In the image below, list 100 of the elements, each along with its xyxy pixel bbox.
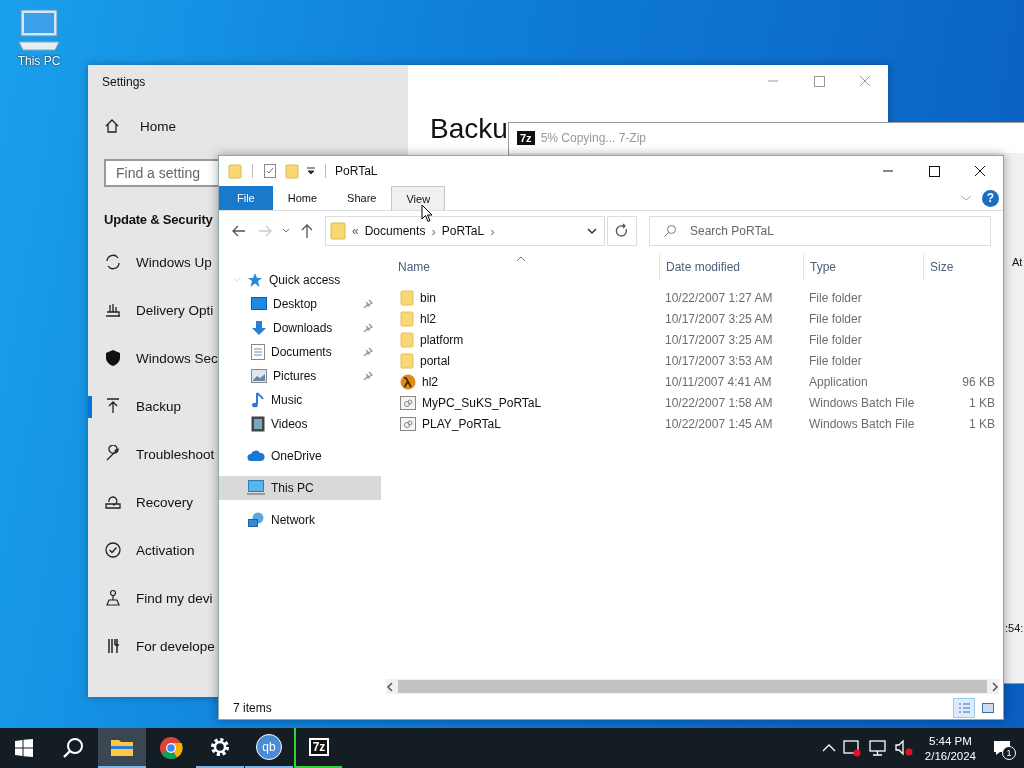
- file-name[interactable]: MyPC_SuKS_PoRTaL: [398, 395, 659, 410]
- ribbon-tab[interactable]: Home: [272, 186, 333, 210]
- nav-item[interactable]: Backup: [88, 382, 182, 430]
- elapsed-time: :54:: [1005, 622, 1024, 634]
- table-cell-text: 1 KB: [968, 416, 996, 431]
- folder-icon: [330, 222, 346, 240]
- table-cell-text: 10/17/2007 3:25 AM: [664, 332, 774, 347]
- search-field[interactable]: Search PoRTaL: [649, 216, 991, 246]
- notification-count: 1: [1002, 746, 1016, 760]
- file-tab[interactable]: File: [219, 186, 273, 210]
- breadcrumb-separator[interactable]: ›: [490, 223, 495, 239]
- taskbar-button[interactable]: 7z: [294, 728, 342, 768]
- wrench-icon: [104, 445, 122, 463]
- nav-item[interactable]: Delivery Opti: [88, 286, 214, 334]
- meeting-icon[interactable]: [841, 739, 862, 757]
- column-header[interactable]: Size: [923, 253, 999, 281]
- overflow-button[interactable]: «: [352, 224, 359, 238]
- file-name[interactable]: platform: [398, 331, 659, 348]
- nav-item[interactable]: Music: [219, 388, 381, 412]
- shield-icon: [104, 349, 122, 367]
- taskbar-button[interactable]: qb: [245, 728, 293, 768]
- nav-item[interactable]: OneDrive: [219, 444, 381, 468]
- windows-logo-icon: [15, 739, 33, 757]
- nav-item[interactable]: Pictures: [219, 364, 381, 388]
- section-heading: Update & Security: [104, 212, 213, 227]
- search-icon: [62, 737, 84, 759]
- properties-icon[interactable]: [262, 163, 278, 179]
- table-cell-text: Windows Batch File: [808, 416, 916, 431]
- sync-icon: [104, 253, 122, 271]
- taskbar-button[interactable]: [98, 728, 146, 768]
- column-header[interactable]: Name: [398, 253, 659, 281]
- column-header[interactable]: Date modified: [659, 253, 803, 281]
- breadcrumb[interactable]: PoRTaL: [441, 224, 485, 238]
- app-icon: 7z: [308, 738, 330, 756]
- column-header[interactable]: Type: [803, 253, 923, 281]
- nav-item[interactable]: Downloads: [219, 316, 381, 340]
- home-link[interactable]: Home: [88, 113, 176, 139]
- dropdown-icon[interactable]: [306, 166, 316, 176]
- network-icon[interactable]: [867, 739, 888, 757]
- table-cell-text: Application: [808, 374, 869, 389]
- nav-item[interactable]: Windows Up: [88, 238, 212, 286]
- gear-icon: [209, 736, 231, 758]
- nav-item[interactable]: Desktop: [219, 292, 381, 316]
- breadcrumb[interactable]: Documents: [364, 224, 426, 238]
- nav-item[interactable]: Videos: [219, 412, 381, 436]
- gear-file-icon: [400, 395, 416, 410]
- app-icon: qb: [256, 734, 282, 760]
- file-name[interactable]: hl2: [398, 373, 659, 390]
- file-name[interactable]: hl2: [398, 310, 659, 327]
- nav-item[interactable]: This PC: [219, 476, 381, 500]
- nav-item[interactable]: For develope: [88, 622, 215, 670]
- table-cell-text: Windows Batch File: [808, 395, 916, 410]
- table-cell-text: File folder: [808, 353, 863, 368]
- scroll-right-icon[interactable]: [991, 681, 999, 692]
- lambda-logo-icon: [400, 373, 416, 390]
- music-note-icon: [251, 392, 265, 408]
- desktop-icon: [251, 297, 267, 311]
- file-name[interactable]: portal: [398, 352, 659, 369]
- folder-icon: [400, 352, 414, 369]
- table-cell-text: File folder: [808, 311, 863, 326]
- gear-file-icon: [400, 416, 416, 431]
- nav-item[interactable]: Windows Sec: [88, 334, 218, 382]
- nav-item[interactable]: Network: [219, 508, 381, 532]
- download-arrow-icon: [251, 320, 267, 336]
- check-circle-icon: [104, 541, 122, 559]
- dropdown-icon[interactable]: [586, 226, 598, 236]
- table-cell-text: 10/17/2007 3:53 AM: [664, 353, 774, 368]
- volume-muted-icon[interactable]: [893, 739, 914, 757]
- show-hidden-icons-button[interactable]: [821, 743, 836, 753]
- search-icon: [663, 224, 677, 238]
- nav-item[interactable]: Troubleshoot: [88, 430, 215, 478]
- window-title: 5% Copying... 7-Zip: [540, 131, 646, 145]
- nav-item[interactable]: Documents: [219, 340, 381, 364]
- browser-icon: [159, 736, 183, 760]
- address-bar[interactable]: « Documents › PoRTaL ›: [325, 216, 605, 246]
- help-button[interactable]: ?: [982, 189, 999, 207]
- nav-item[interactable]: Quick access: [219, 268, 381, 292]
- notifications-button[interactable]: 1: [986, 728, 1018, 768]
- file-name[interactable]: PLAY_PoRTaL: [398, 416, 659, 431]
- home-icon: [104, 118, 120, 134]
- scroll-left-icon[interactable]: [386, 681, 394, 692]
- nav-item[interactable]: Find my devi: [88, 574, 213, 622]
- star-icon: [247, 272, 263, 288]
- sort-caret-icon: [516, 256, 526, 262]
- computer-icon[interactable]: [17, 8, 61, 52]
- window-title: Settings: [102, 75, 147, 89]
- scrollbar-thumb[interactable]: [398, 680, 987, 693]
- scrollbar[interactable]: [386, 679, 999, 694]
- refresh-button[interactable]: [607, 216, 637, 246]
- table-cell-text: 10/22/2007 1:45 AM: [664, 416, 774, 431]
- column-header: At: [1012, 256, 1023, 268]
- table-cell-text: 10/11/2007 4:41 AM: [664, 374, 773, 389]
- clock[interactable]: 5:44 PM 2/16/2024: [924, 734, 976, 762]
- table-cell-text: 1 KB: [968, 395, 996, 410]
- breadcrumb-separator[interactable]: ›: [431, 223, 436, 239]
- nav-item[interactable]: Recovery: [88, 478, 194, 526]
- file-name[interactable]: bin: [398, 289, 659, 306]
- ribbon-tab[interactable]: Share: [332, 186, 392, 210]
- nav-item[interactable]: Activation: [88, 526, 195, 574]
- ribbon-tab[interactable]: View: [391, 186, 446, 210]
